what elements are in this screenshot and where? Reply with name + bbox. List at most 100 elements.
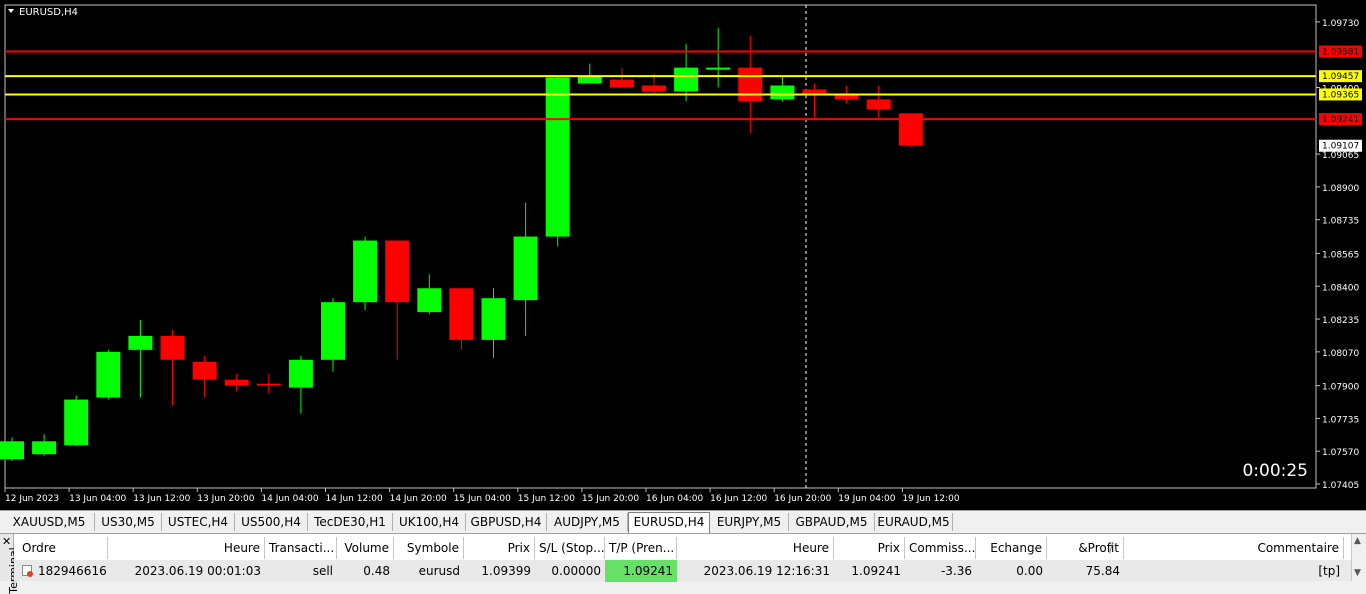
- sort-indicator-icon: /: [1109, 541, 1114, 555]
- column-header-commentaire[interactable]: Commentaire: [1124, 537, 1344, 559]
- tab-eurusd-h4[interactable]: EURUSD,H4: [628, 512, 710, 533]
- cell-symbole: eurusd: [418, 564, 460, 578]
- candle-body[interactable]: [866, 99, 891, 110]
- candle-body[interactable]: [32, 441, 57, 455]
- cell-prix_close: 1.09241: [851, 564, 901, 578]
- tab-ustec-h4[interactable]: USTEC,H4: [162, 513, 235, 531]
- cell-commission: -3.36: [940, 564, 972, 578]
- scroll-down-icon[interactable]: ▼: [1354, 568, 1361, 578]
- column-header-prix_close[interactable]: Prix: [834, 537, 905, 559]
- chevron-down-icon[interactable]: [8, 9, 14, 13]
- column-header-heure_close[interactable]: Heure: [677, 537, 834, 559]
- tab-tecde30-h1[interactable]: TecDE30,H1: [308, 513, 393, 531]
- column-header-tp[interactable]: T/P (Pren...: [605, 537, 677, 559]
- tab-us500-h4[interactable]: US500,H4: [235, 513, 308, 531]
- tab-eurjpy-m5[interactable]: EURJPY,M5: [710, 513, 789, 531]
- price-axis-label: 1.07570: [1322, 448, 1359, 458]
- price-axis-label: 1.07735: [1322, 415, 1359, 425]
- time-axis-label: 12 Jun 2023: [5, 494, 59, 504]
- candle-body[interactable]: [224, 379, 249, 386]
- column-header-prix_open[interactable]: Prix: [464, 537, 535, 559]
- candle-body[interactable]: [321, 302, 345, 360]
- tab-gbpusd-h4[interactable]: GBPUSD,H4: [466, 513, 547, 531]
- column-header-heure_open[interactable]: Heure: [108, 537, 265, 559]
- column-header-symbole[interactable]: Symbole: [394, 537, 464, 559]
- price-chart[interactable]: EURUSD,H41.097301.094001.090651.089001.0…: [0, 0, 1366, 510]
- scroll-up-icon[interactable]: ▲: [1354, 536, 1361, 546]
- candle-body[interactable]: [834, 95, 859, 100]
- terminal-side-strip: ✕ Terminal: [0, 534, 20, 594]
- tab-uk100-h4[interactable]: UK100,H4: [393, 513, 466, 531]
- price-axis-label: 1.09065: [1322, 151, 1359, 161]
- candle-body[interactable]: [609, 79, 634, 88]
- candle-body[interactable]: [64, 399, 89, 446]
- plot-frame: [4, 4, 1317, 489]
- time-axis-label: 13 Jun 20:00: [197, 494, 254, 504]
- time-axis-label: 13 Jun 04:00: [69, 494, 126, 504]
- symbol-tabs-bar: XAUUSD,M5 US30,M5 USTEC,H4 US500,H4 TecDE30,…: [0, 510, 1366, 533]
- candle-body[interactable]: [513, 236, 538, 301]
- time-axis-label: 14 Jun 04:00: [261, 494, 318, 504]
- candle-body[interactable]: [96, 351, 121, 398]
- current-price-label: 1.09107: [1322, 142, 1359, 152]
- cell-echange: 0.00: [1016, 564, 1043, 578]
- cell-prix_open: 1.09399: [481, 564, 531, 578]
- candle-body[interactable]: [642, 85, 666, 92]
- time-axis-label: 16 Jun 04:00: [646, 494, 703, 504]
- column-header-commission[interactable]: Commiss...: [905, 537, 976, 559]
- time-axis-label: 14 Jun 12:00: [326, 494, 383, 504]
- chart-window[interactable]: EURUSD,H41.097301.094001.090651.089001.0…: [0, 0, 1366, 510]
- column-header-ordre[interactable]: Ordre: [14, 537, 108, 559]
- candle-body[interactable]: [192, 361, 217, 380]
- order-icon: [22, 565, 33, 577]
- candle-body[interactable]: [545, 77, 570, 237]
- time-axis-label: 13 Jun 12:00: [133, 494, 190, 504]
- cell-sl: 0.00000: [551, 564, 601, 578]
- column-header-sl[interactable]: S/L (Stop...: [535, 537, 605, 559]
- price-axis-label: 1.08900: [1322, 184, 1359, 194]
- tab-euraud-m5[interactable]: EURAUD,M5: [875, 513, 953, 531]
- price-axis-label: 1.07405: [1322, 481, 1359, 491]
- candle-body[interactable]: [256, 383, 281, 386]
- time-axis-label: 15 Jun 12:00: [518, 494, 575, 504]
- candle-body[interactable]: [160, 335, 185, 360]
- cell-volume: 0.48: [363, 564, 390, 578]
- tab-us30-m5[interactable]: US30,M5: [95, 513, 162, 531]
- price-axis-label: 1.07900: [1322, 383, 1359, 393]
- cell-heure_close: 2023.06.19 12:16:31: [703, 564, 830, 578]
- tab-audjpy-m5[interactable]: AUDJPY,M5: [547, 513, 628, 531]
- column-header-echange[interactable]: Echange: [976, 537, 1047, 559]
- candle-body[interactable]: [0, 441, 24, 460]
- cell-heure_open: 2023.06.19 00:01:03: [134, 564, 261, 578]
- time-axis-label: 14 Jun 20:00: [390, 494, 447, 504]
- level-price-label: 1.09241: [1322, 115, 1359, 125]
- time-axis-label: 16 Jun 20:00: [774, 494, 831, 504]
- time-axis-label: 16 Jun 12:00: [710, 494, 767, 504]
- candle-body[interactable]: [481, 298, 506, 340]
- candle-body[interactable]: [353, 240, 378, 303]
- chart-title: EURUSD,H4: [19, 7, 78, 18]
- candle-body[interactable]: [738, 67, 763, 102]
- column-header-volume[interactable]: Volume: [337, 537, 394, 559]
- terminal-panel: ✕ Terminal OrdreHeureTransacti...VolumeS…: [0, 533, 1366, 594]
- price-axis-label: 1.08565: [1322, 250, 1359, 260]
- price-axis-label: 1.08735: [1322, 217, 1359, 227]
- candle-body[interactable]: [385, 240, 410, 303]
- tab-gbpaud-m5[interactable]: GBPAUD,M5: [789, 513, 875, 531]
- terminal-scrollbar[interactable]: ▲ ▼: [1351, 534, 1366, 581]
- candle-body[interactable]: [706, 67, 731, 70]
- candle-body[interactable]: [288, 359, 313, 388]
- candle-body[interactable]: [674, 67, 699, 92]
- column-header-transaction[interactable]: Transacti...: [265, 537, 337, 559]
- candle-body[interactable]: [770, 85, 795, 100]
- time-axis-label: 15 Jun 04:00: [454, 494, 511, 504]
- candle-body[interactable]: [449, 288, 474, 340]
- price-axis-label: 1.08400: [1322, 283, 1359, 293]
- cell-profit: 75.84: [1085, 564, 1120, 578]
- tab-xauusd-m5[interactable]: XAUUSD,M5: [4, 513, 95, 531]
- candle-body[interactable]: [417, 288, 442, 313]
- level-price-label: 1.09365: [1322, 90, 1359, 100]
- level-price-label: 1.09581: [1322, 48, 1359, 58]
- close-icon[interactable]: ✕: [2, 536, 11, 547]
- candle-body[interactable]: [128, 335, 153, 350]
